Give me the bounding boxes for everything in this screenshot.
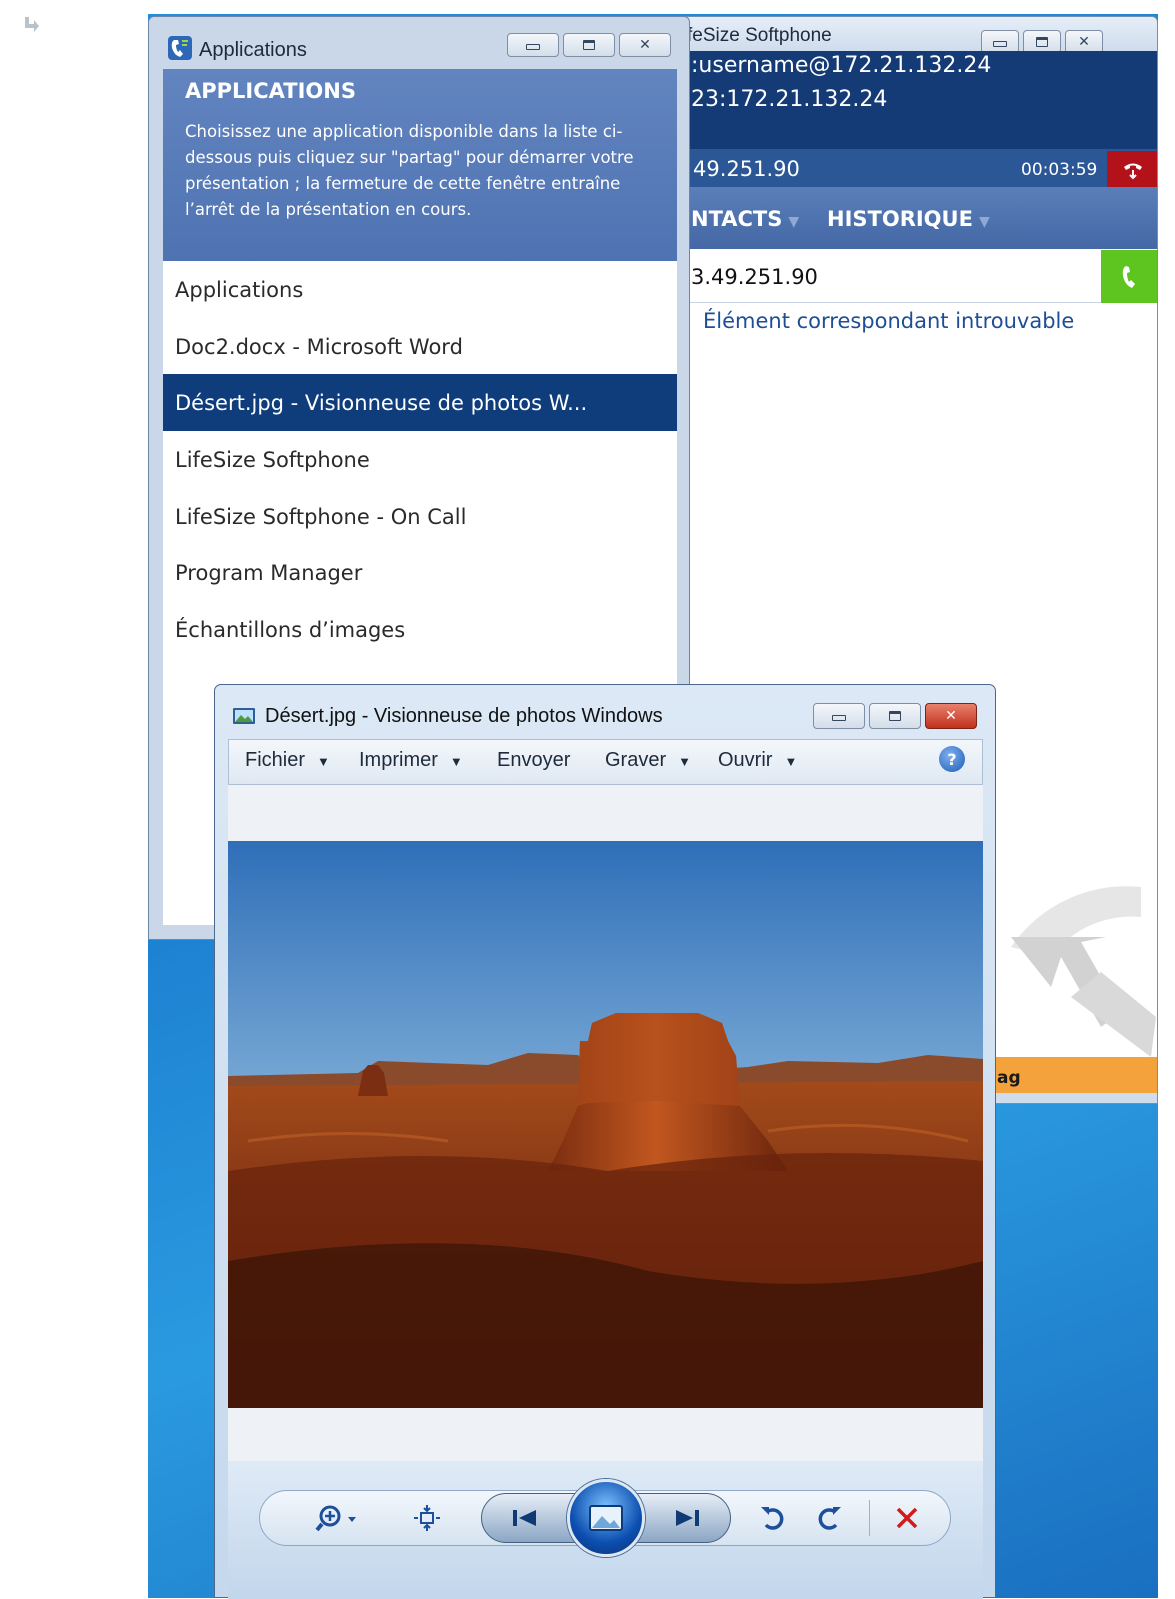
menu-imprimer[interactable]: Imprimer ▼ [359, 749, 463, 772]
previous-icon [513, 1510, 536, 1526]
applications-header-title: APPLICATIONS [185, 79, 356, 103]
slideshow-button[interactable] [567, 1479, 645, 1557]
help-icon[interactable]: ? [939, 746, 965, 772]
tab-history[interactable]: HISTORIQUE ▼ [827, 207, 990, 231]
list-item-label: LifeSize Softphone - On Call [175, 504, 467, 529]
chevron-down-icon: ▼ [784, 754, 798, 769]
list-item-label: LifeSize Softphone [175, 447, 370, 472]
photo-viewer-window[interactable]: Désert.jpg - Visionneuse de photos Windo… [214, 684, 996, 1599]
list-item[interactable]: Échantillons d’images [163, 601, 677, 658]
slideshow-icon [589, 1505, 623, 1531]
call-timer: 00:03:59 [1021, 160, 1098, 180]
list-item[interactable]: LifeSize Softphone [163, 431, 677, 488]
controls-separator [869, 1500, 870, 1536]
zoom-icon [315, 1505, 356, 1532]
dial-input[interactable]: 3.49.251.90 [691, 265, 818, 289]
list-item-label: Doc2.docx - Microsoft Word [175, 334, 463, 359]
minimize-icon [993, 41, 1007, 47]
list-item-label: Program Manager [175, 560, 363, 585]
next-button[interactable] [667, 1503, 707, 1533]
delete-button[interactable] [889, 1500, 925, 1536]
menu-graver[interactable]: Graver ▼ [605, 749, 691, 772]
list-item-label: Applications [175, 277, 304, 302]
applications-window-title: Applications [199, 39, 307, 61]
list-item[interactable]: Applications [163, 261, 677, 318]
maximize-icon [1036, 37, 1048, 47]
maximize-button[interactable] [869, 703, 921, 729]
menu-ouvrir[interactable]: Ouvrir ▼ [718, 749, 797, 772]
fit-to-window-icon [414, 1505, 440, 1531]
list-item[interactable]: Program Manager [163, 544, 677, 601]
close-button[interactable]: ✕ [925, 703, 977, 729]
close-icon: ✕ [1078, 34, 1090, 50]
no-match-message: Élément correspondant introuvable [703, 309, 1075, 333]
share-watermark-icon [1011, 886, 1156, 1057]
rotate-counterclockwise-icon [761, 1507, 784, 1530]
list-item-label: Échantillons d’images [175, 617, 406, 642]
minimize-button[interactable] [507, 33, 559, 57]
chevron-down-icon: ▼ [678, 754, 691, 769]
phone-icon [1122, 265, 1135, 288]
menu-imprimer-label: Imprimer [359, 749, 438, 771]
close-icon: ✕ [945, 708, 957, 724]
menu-ouvrir-label: Ouvrir [718, 749, 773, 771]
zoom-button[interactable] [311, 1500, 363, 1536]
photo-viewer-window-controls: ✕ [813, 703, 977, 729]
list-item-selected[interactable]: Désert.jpg - Visionneuse de photos W... [163, 374, 677, 431]
tab-contacts-label: NTACTS [691, 207, 783, 231]
chevron-down-icon: ▼ [978, 214, 990, 230]
minimize-icon [526, 44, 540, 50]
menu-envoyer[interactable]: Envoyer [497, 749, 570, 772]
lifesize-window-title: feSize Softphone [687, 25, 832, 46]
share-button-label[interactable]: ag [997, 1068, 1021, 1088]
chevron-down-icon: ▼ [317, 754, 330, 769]
previous-button[interactable] [505, 1503, 545, 1533]
fit-to-window-button[interactable] [409, 1500, 445, 1536]
lifesize-user-address: :username@172.21.132.24 [691, 53, 992, 78]
chevron-down-icon: ▼ [449, 754, 463, 769]
delete-icon [896, 1507, 918, 1529]
menu-fichier[interactable]: Fichier ▼ [245, 749, 330, 772]
list-item-label: Désert.jpg - Visionneuse de photos W... [175, 390, 588, 415]
call-button[interactable] [1101, 250, 1157, 303]
list-item[interactable]: Doc2.docx - Microsoft Word [163, 318, 677, 375]
lifesize-gatekeeper-address: 23:172.21.132.24 [691, 87, 888, 112]
maximize-icon [889, 711, 901, 721]
minimize-icon [832, 715, 846, 721]
minimize-button[interactable] [813, 703, 865, 729]
photo-viewer-window-title: Désert.jpg - Visionneuse de photos Windo… [265, 705, 663, 727]
hangup-icon [1124, 163, 1142, 180]
chevron-down-icon: ▼ [788, 214, 800, 230]
maximize-button[interactable] [563, 33, 615, 57]
applications-header-description: Choisissez une application disponible da… [185, 122, 634, 219]
next-icon [676, 1510, 699, 1526]
close-icon: ✕ [639, 37, 651, 53]
lifesize-app-icon [168, 36, 192, 60]
list-item[interactable]: LifeSize Softphone - On Call [163, 488, 677, 545]
active-call-number: 49.251.90 [693, 157, 800, 181]
rotate-right-button[interactable] [811, 1500, 847, 1536]
hangup-button[interactable] [1107, 151, 1157, 187]
maximize-icon [583, 40, 595, 50]
rotate-clockwise-icon [818, 1507, 841, 1530]
photo-viewer-app-icon [233, 708, 255, 724]
menu-fichier-label: Fichier [245, 749, 306, 771]
menu-graver-label: Graver [605, 749, 667, 771]
applications-window-controls: ✕ [507, 33, 671, 57]
reply-arrow-icon [25, 17, 39, 32]
menu-envoyer-label: Envoyer [497, 749, 571, 771]
desert-photo [228, 841, 983, 1408]
tab-history-label: HISTORIQUE [827, 207, 973, 231]
close-button[interactable]: ✕ [619, 33, 671, 57]
tab-contacts[interactable]: NTACTS ▼ [691, 207, 799, 231]
rotate-left-button[interactable] [755, 1500, 791, 1536]
